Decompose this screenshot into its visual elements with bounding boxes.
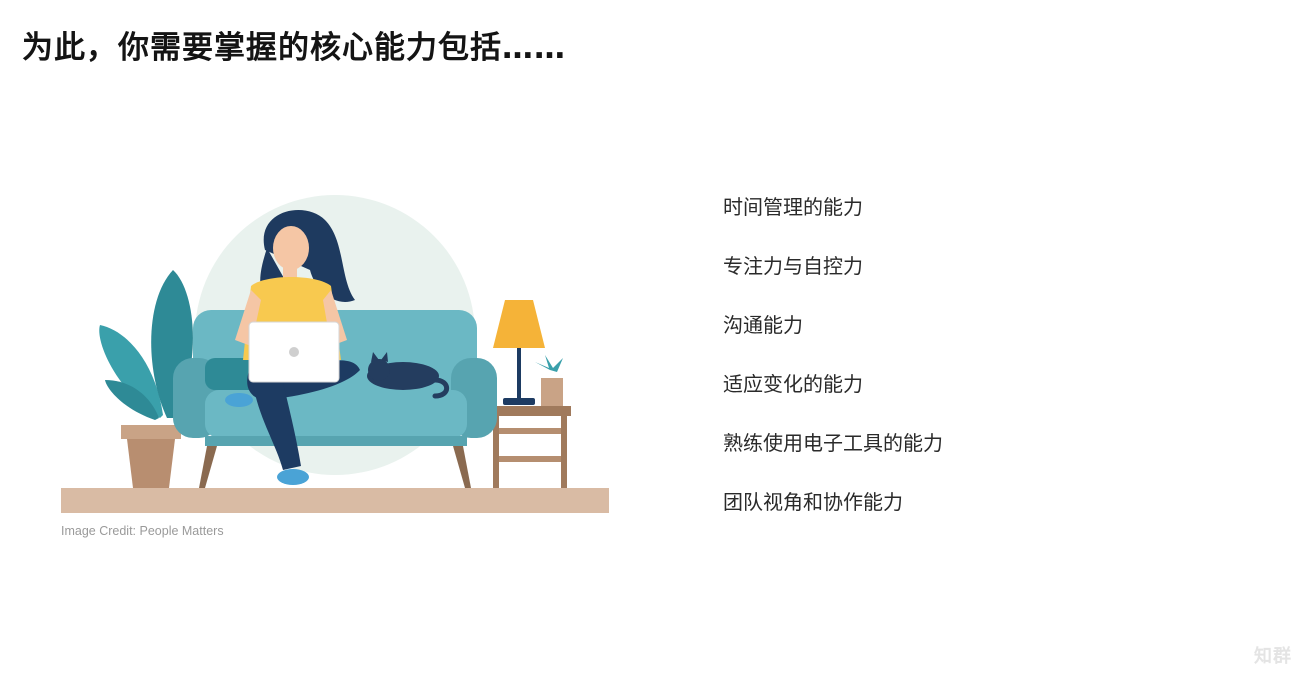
page-title: 为此，你需要掌握的核心能力包括…… xyxy=(22,30,566,66)
watermark-logo: 知群 xyxy=(1254,646,1292,667)
ability-item-digital-tools: 熟练使用电子工具的能力 xyxy=(723,431,943,455)
ability-item-focus: 专注力与自控力 xyxy=(723,254,863,278)
ability-list: 时间管理的能力 专注力与自控力 沟通能力 适应变化的能力 熟练使用电子工具的能力… xyxy=(723,190,943,544)
lamp xyxy=(493,300,545,405)
ability-item-communication: 沟通能力 xyxy=(723,313,803,337)
image-credit: Image Credit: People Matters xyxy=(61,524,224,538)
ability-item-time-management: 时间管理的能力 xyxy=(723,195,863,219)
small-plant xyxy=(535,355,563,406)
floor xyxy=(61,488,609,513)
side-table xyxy=(489,406,571,488)
woman-on-sofa-illustration xyxy=(61,195,609,513)
ability-item-adaptability: 适应变化的能力 xyxy=(723,372,863,396)
ability-item-teamwork: 团队视角和协作能力 xyxy=(723,490,903,514)
